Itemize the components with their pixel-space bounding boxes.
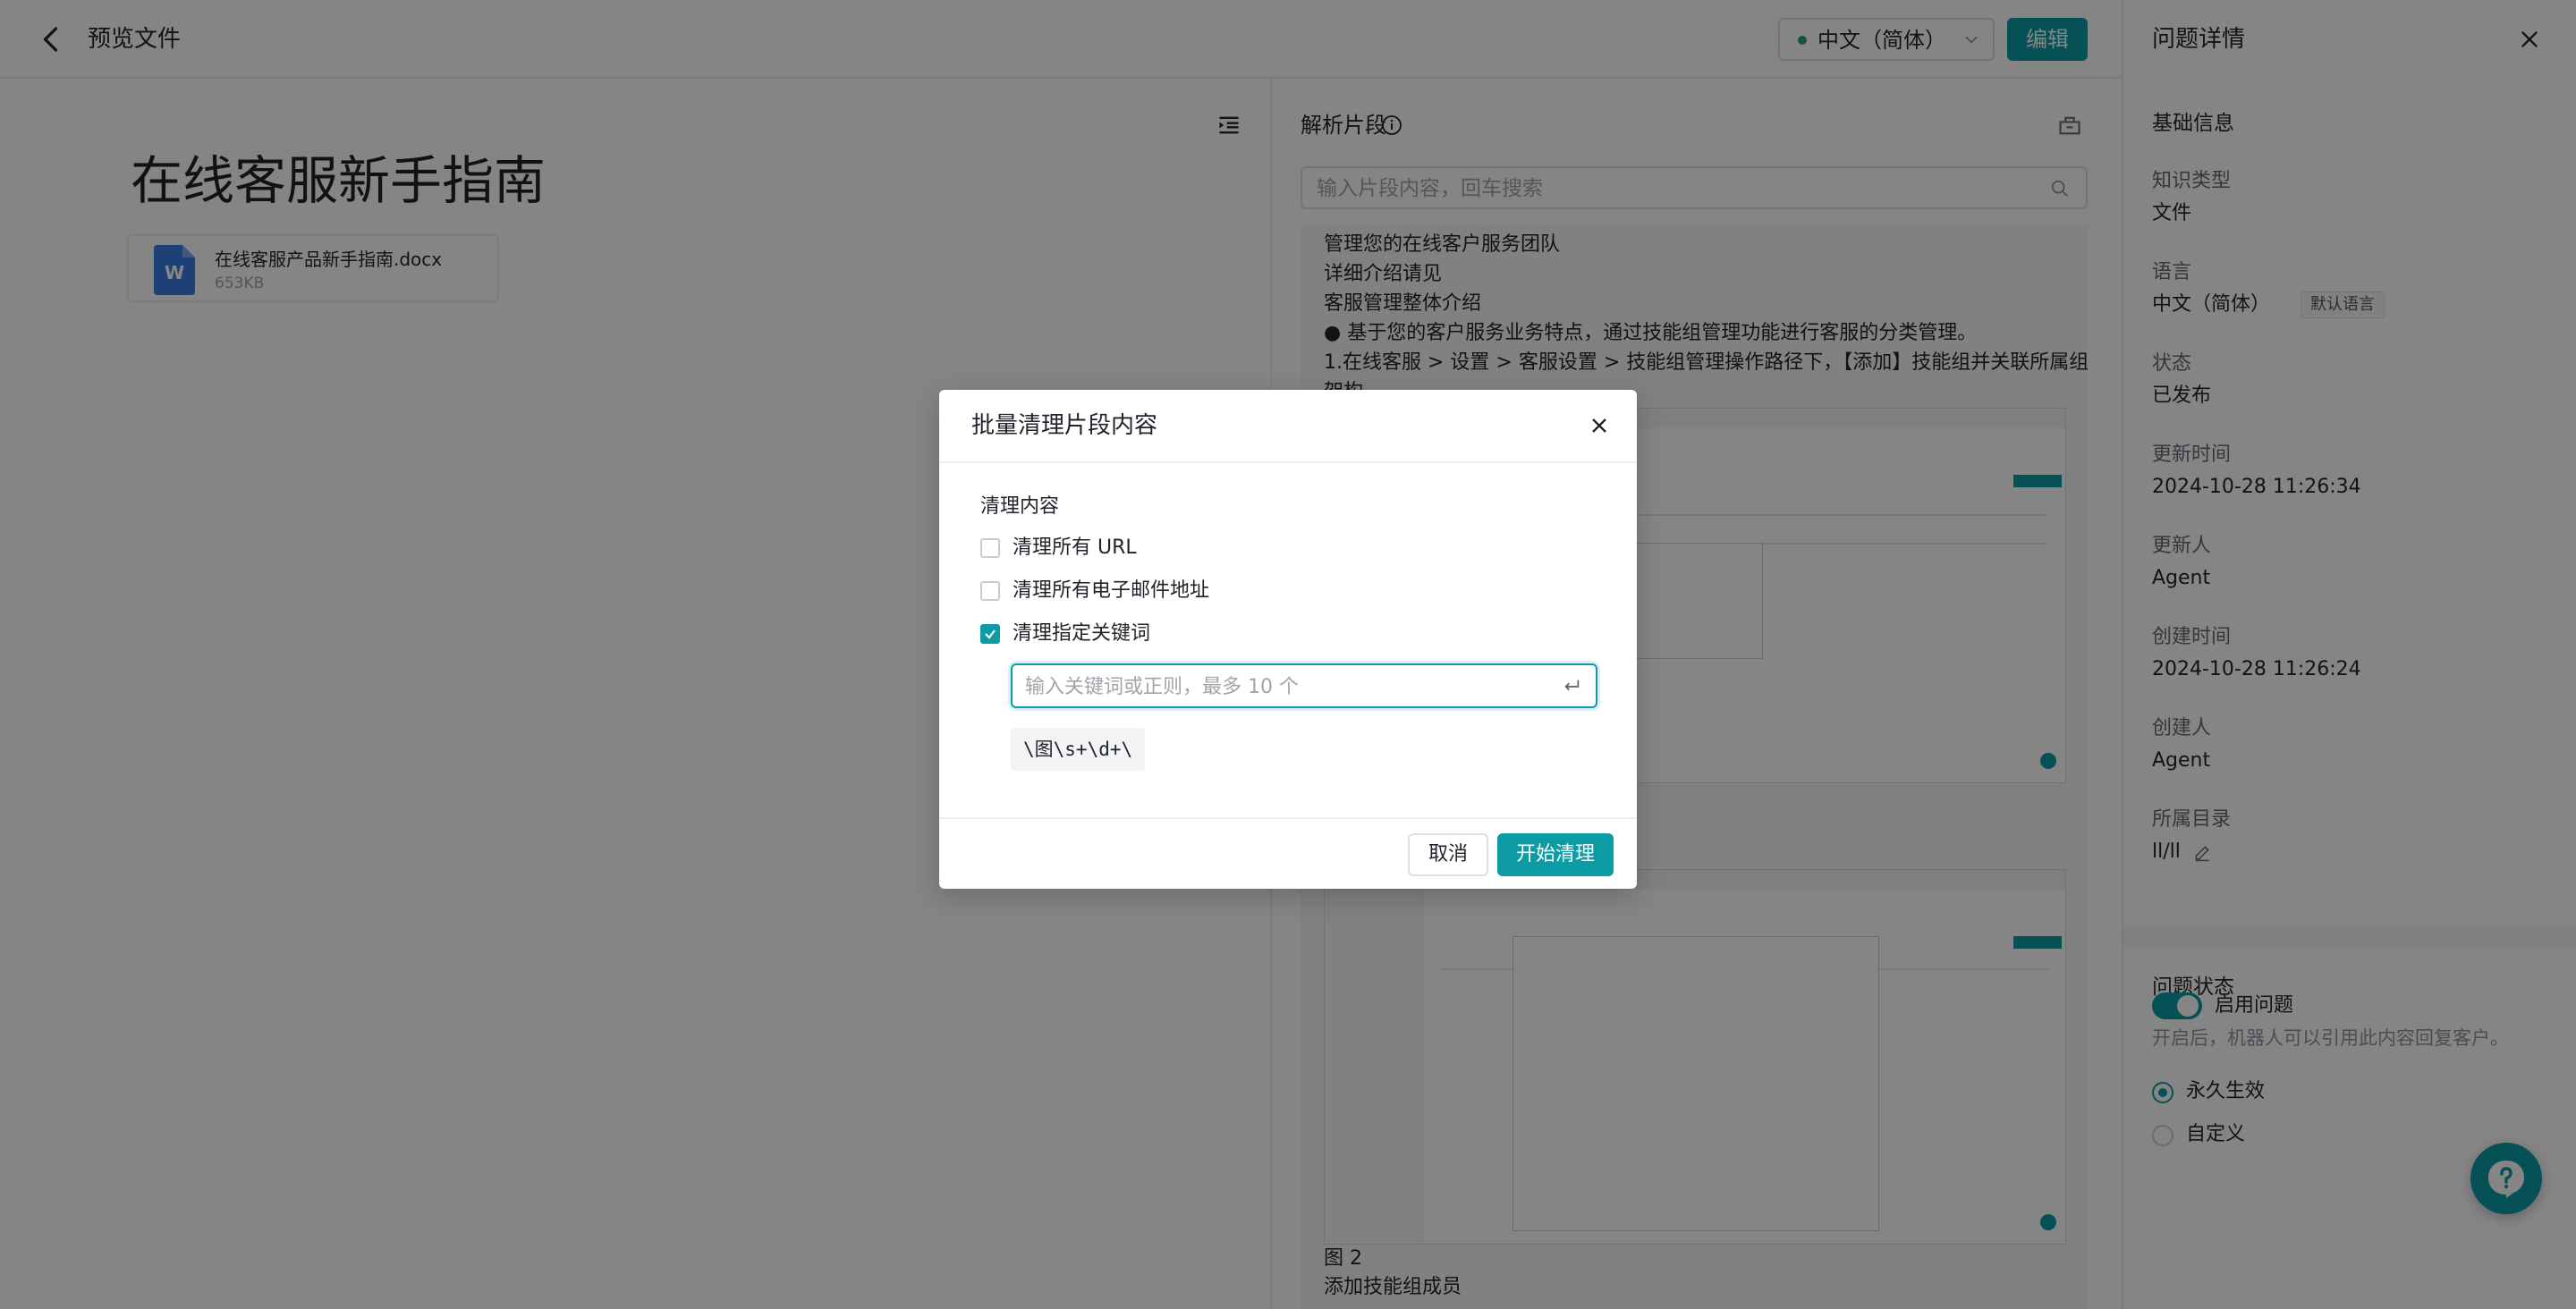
keyword-field[interactable] [1025,673,1544,700]
checkbox[interactable] [980,581,1000,601]
batch-clean-dialog: 批量清理片段内容 清理内容 清理所有 URL 清理所有电子邮件地址 清理指定关键… [939,390,1637,889]
start-clean-button[interactable]: 开始清理 [1497,833,1614,876]
divider [939,817,1637,819]
option-label: 清理所有电子邮件地址 [1013,579,1210,602]
check-icon [985,629,996,639]
dialog-title: 批量清理片段内容 [971,412,1158,439]
keyword-input[interactable] [1011,663,1597,708]
enter-key-icon[interactable] [1562,676,1581,696]
checkbox[interactable] [980,538,1000,558]
close-icon[interactable] [1587,413,1612,438]
divider [939,461,1637,463]
checkbox-checked[interactable] [980,624,1000,644]
option-clean-emails[interactable]: 清理所有电子邮件地址 [980,578,1249,604]
option-label: 清理所有 URL [1013,536,1137,559]
option-label: 清理指定关键词 [1013,622,1151,645]
cancel-button[interactable]: 取消 [1408,833,1488,876]
keyword-tag[interactable]: \图\s+\d+\ [1011,728,1146,771]
clean-content-label: 清理内容 [980,495,1060,518]
option-clean-keywords[interactable]: 清理指定关键词 [980,621,1249,647]
option-clean-urls[interactable]: 清理所有 URL [980,535,1249,562]
